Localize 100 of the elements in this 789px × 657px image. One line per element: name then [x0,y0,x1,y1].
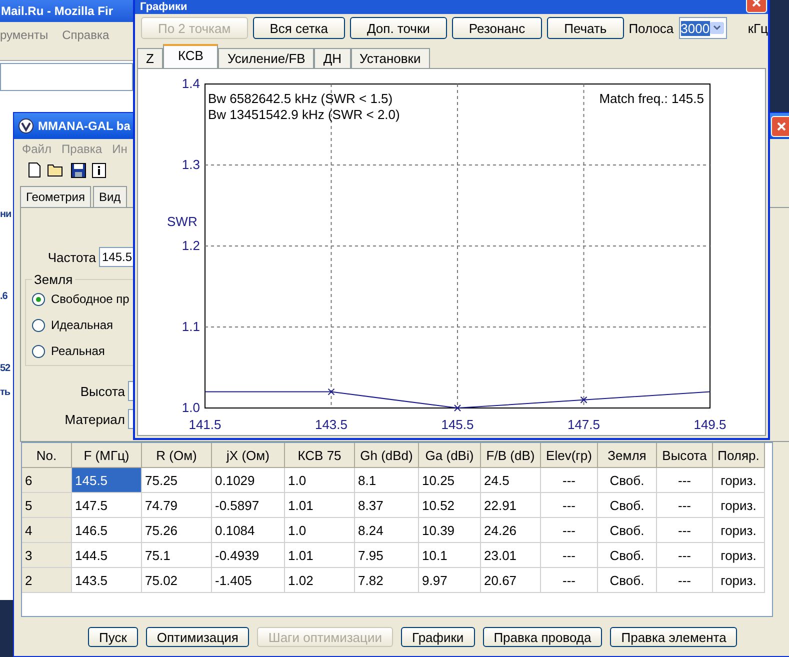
window-title: Mail.Ru - Mozilla Fir [0,0,133,22]
table-cell: 7.95 [355,543,419,568]
sidebar-text: .6 [0,291,8,303]
material-field[interactable] [128,409,133,429]
action-button[interactable]: Пуск [88,627,138,647]
tab[interactable]: Установки [350,48,430,68]
tab[interactable]: Z [137,48,163,68]
column-header[interactable]: F (МГц) [72,443,142,468]
column-header[interactable]: F/B (dB) [481,443,541,468]
point-marker [580,396,588,404]
field-label: Материал [64,412,125,426]
table-cell: 8.1 [355,468,419,493]
table-cell: гориз. [713,568,765,593]
radio-button[interactable] [32,292,45,306]
table-cell: 144.5 [72,543,142,568]
column-header[interactable]: No. [22,443,72,468]
address-field[interactable] [0,63,133,91]
radio-button[interactable] [32,344,45,358]
table-cell: 23.01 [481,543,541,568]
column-header[interactable]: Ga (dBi) [419,443,481,468]
table-cell: 145.5 [72,468,142,493]
unit-label: кГц [748,20,768,36]
table-cell: 143.5 [72,568,142,593]
row-header: 6 [22,468,72,493]
point-marker [328,388,335,396]
band-select[interactable]: 3000 [678,17,727,39]
column-header[interactable]: R (Ом) [142,443,212,468]
folder-icon[interactable] [47,163,65,177]
radio-label: Реальная [51,344,105,358]
y-axis-label: SWR [167,214,198,229]
tab[interactable]: Вид [92,186,127,207]
table-cell: 1.01 [285,493,355,518]
table-cell: 10.1 [419,543,481,568]
y-tick-label: 1.0 [182,400,200,415]
toolbar-button[interactable]: Доп. точки [350,17,447,39]
table-cell: 9.97 [419,568,481,593]
new-file-icon[interactable] [28,162,41,178]
app-logo-icon [18,118,34,134]
info-icon[interactable] [92,162,106,178]
table-cell: 1.0 [285,468,355,493]
menu-item[interactable]: Справка [62,28,110,42]
toolbar-button[interactable]: Вся сетка [252,17,345,39]
point-marker [454,404,461,412]
save-icon[interactable] [71,162,86,178]
radio-label: Идеальная [51,318,114,332]
table-cell: 22.91 [481,493,541,518]
table-cell: --- [657,493,713,518]
row-header: 5 [22,493,72,518]
y-tick-label: 1.3 [182,157,200,172]
table-cell: 24.26 [481,518,541,543]
y-tick-label: 1.4 [182,76,200,91]
column-header[interactable]: КСВ 75 [285,443,355,468]
table-cell: --- [541,518,598,543]
action-button[interactable]: Оптимизация [146,627,250,647]
table-cell: Своб. [598,568,657,593]
tab[interactable]: Усиление/FB [218,48,314,68]
table-cell: 1.01 [285,543,355,568]
table-cell: 8.37 [355,493,419,518]
column-header[interactable]: Высота [657,443,713,468]
table-cell: Своб. [598,468,657,493]
column-header[interactable]: Земля [598,443,657,468]
column-header[interactable]: Elev(гр) [541,443,598,468]
table-cell: Своб. [598,493,657,518]
field-label: Высота [80,384,125,398]
tab[interactable]: Геометрия [20,186,91,207]
action-button[interactable]: Правка провода [482,627,602,647]
radio-button[interactable] [32,318,45,332]
action-button[interactable]: Графики [401,627,475,647]
close-icon[interactable] [771,116,789,137]
column-header[interactable]: Поляр. [713,443,765,468]
table-cell: 75.02 [142,568,212,593]
table-cell: 7.82 [355,568,419,593]
table-cell: 10.25 [419,468,481,493]
tab[interactable]: ДН [314,48,351,68]
action-button[interactable]: Правка элемента [610,627,738,647]
toolbar-button[interactable]: Печать [547,17,624,39]
window-title: Графики [140,0,188,14]
table-cell: 20.67 [481,568,541,593]
table-cell: гориз. [713,493,765,518]
table-cell: 146.5 [72,518,142,543]
table-cell: Своб. [598,543,657,568]
table-cell: 0.1029 [212,468,285,493]
match-frequency-note: Match freq.: 145.5 [599,91,704,106]
column-header[interactable]: Gh (dBd) [355,443,419,468]
toolbar-button[interactable]: Резонанс [452,17,542,39]
table-cell: --- [657,518,713,543]
row-header: 2 [22,568,72,593]
frequency-field[interactable]: 145.5 [99,247,133,267]
field-label: Полоса [628,20,674,36]
sidebar-text: ть [0,387,10,399]
tab[interactable]: КСВ [162,44,218,68]
sidebar-text: ни [0,209,12,221]
menu-item[interactable]: рументы [0,28,48,42]
table-cell: 1.0 [285,518,355,543]
column-header[interactable]: jX (Ом) [212,443,285,468]
table-cell: -0.5897 [212,493,285,518]
y-tick-label: 1.2 [182,238,200,253]
table-cell: --- [657,568,713,593]
height-field[interactable] [128,381,133,401]
table-cell: 75.1 [142,543,212,568]
